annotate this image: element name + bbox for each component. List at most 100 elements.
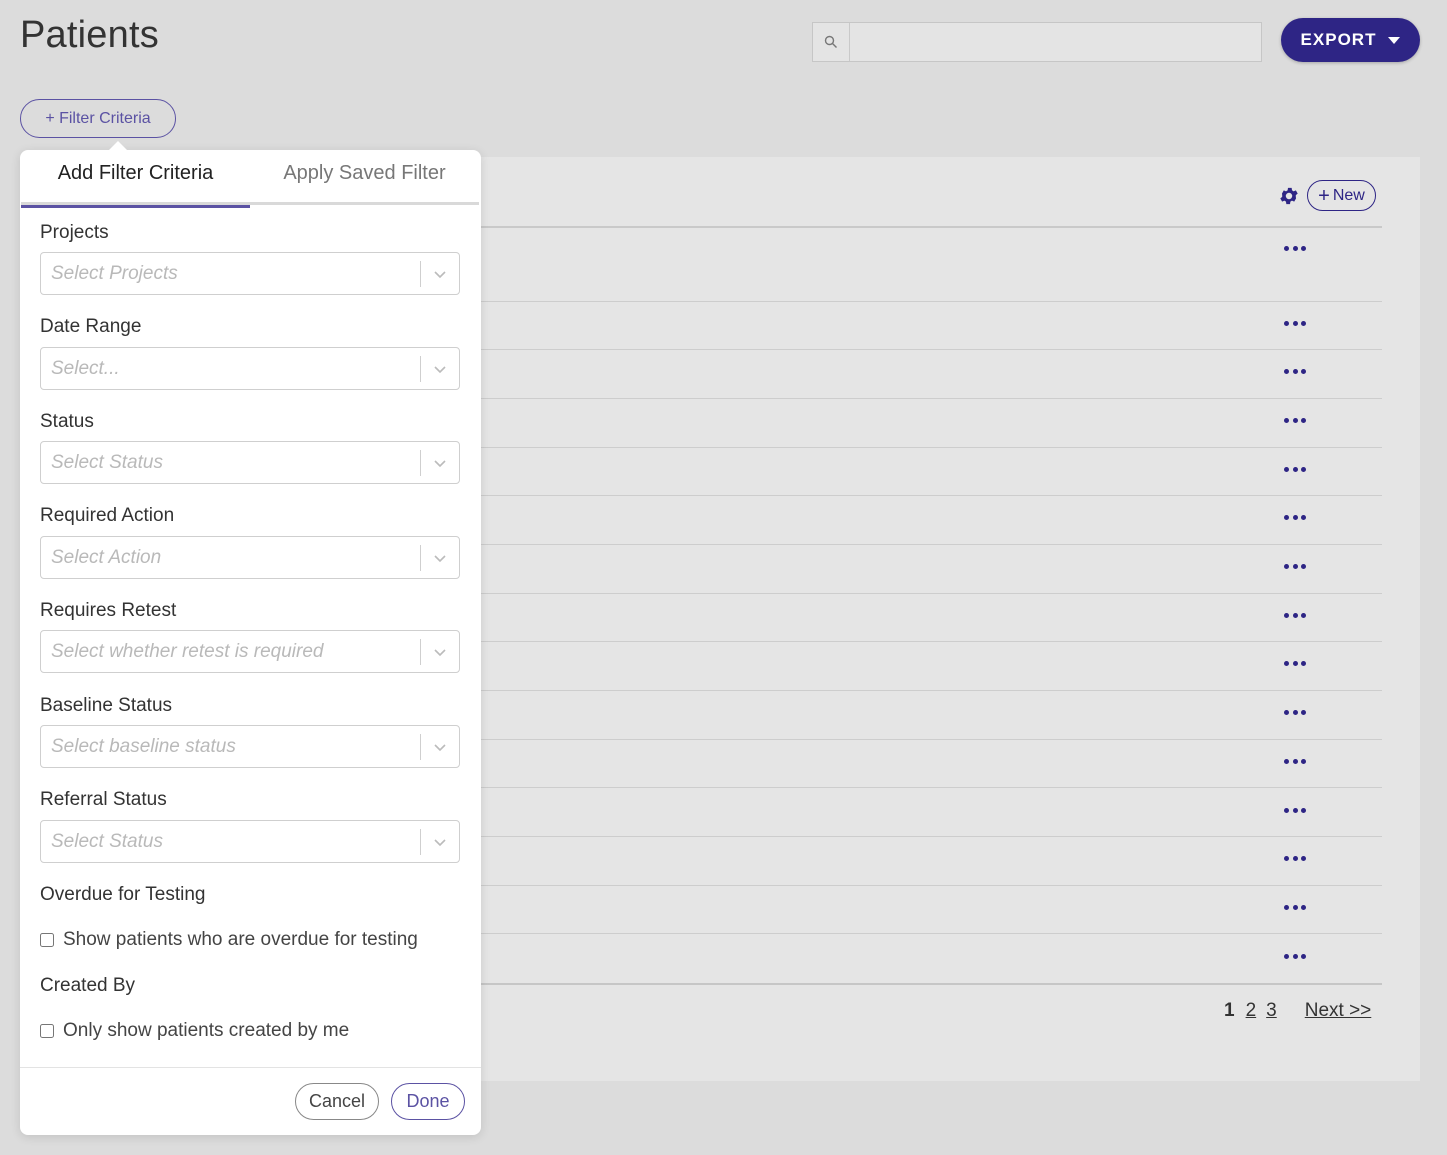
chevron-down-icon[interactable] <box>433 740 447 754</box>
row-actions-menu-icon[interactable] <box>1284 951 1306 961</box>
dot <box>1284 660 1289 666</box>
dot <box>1292 953 1298 959</box>
date-range-select[interactable]: Select... <box>40 347 460 390</box>
dot <box>1301 660 1306 666</box>
search-input[interactable] <box>850 23 1261 61</box>
dot <box>1292 245 1298 251</box>
dot <box>1301 563 1306 569</box>
chevron-down-icon[interactable] <box>433 456 447 470</box>
row-actions-menu-icon[interactable] <box>1284 805 1306 815</box>
referral-status-select[interactable]: Select Status <box>40 820 460 863</box>
dot <box>1292 417 1298 423</box>
overdue-checkbox-row[interactable]: Show patients who are overdue for testin… <box>40 929 418 951</box>
dot <box>1284 417 1289 423</box>
dot <box>1284 807 1289 813</box>
dot <box>1292 904 1298 910</box>
plus-icon: + <box>1318 184 1330 207</box>
search-box[interactable] <box>812 22 1262 62</box>
row-actions-menu-icon[interactable] <box>1284 561 1306 571</box>
created-by-checkbox-label: Only show patients created by me <box>63 1020 350 1041</box>
row-actions-menu-icon[interactable] <box>1284 902 1306 912</box>
dot <box>1284 563 1289 569</box>
dot <box>1284 904 1289 910</box>
row-actions-menu-icon[interactable] <box>1284 756 1306 766</box>
dot <box>1301 758 1306 764</box>
dot <box>1301 807 1306 813</box>
dot <box>1301 709 1306 715</box>
baseline-status-label: Baseline Status <box>40 695 173 716</box>
next-page-link[interactable]: Next >> <box>1305 1000 1372 1022</box>
dot <box>1284 612 1289 618</box>
baseline-status-placeholder: Select baseline status <box>51 736 236 757</box>
referral-status-label: Referral Status <box>40 789 167 810</box>
overdue-checkbox-label: Show patients who are overdue for testin… <box>63 929 418 950</box>
dot <box>1284 709 1289 715</box>
export-label: EXPORT <box>1300 30 1377 49</box>
row-actions-menu-icon[interactable] <box>1284 318 1306 328</box>
new-label: New <box>1332 186 1365 204</box>
dot <box>1292 807 1298 813</box>
requires-retest-label: Requires Retest <box>40 600 177 621</box>
projects-label: Projects <box>40 222 109 243</box>
page-link-3[interactable]: 3 <box>1266 1000 1277 1022</box>
select-separator <box>420 545 421 571</box>
select-separator <box>420 356 421 382</box>
gear-icon[interactable] <box>1278 185 1300 207</box>
dot <box>1301 466 1306 472</box>
row-actions-menu-icon[interactable] <box>1284 853 1306 863</box>
chevron-down-icon[interactable] <box>433 362 447 376</box>
filter-criteria-button[interactable]: + Filter Criteria <box>20 99 176 138</box>
tab-apply-saved-filter[interactable]: Apply Saved Filter <box>250 162 479 185</box>
required-action-label: Required Action <box>40 505 175 526</box>
row-actions-menu-icon[interactable] <box>1284 707 1306 717</box>
chevron-down-icon[interactable] <box>433 267 447 281</box>
row-actions-menu-icon[interactable] <box>1284 464 1306 474</box>
export-button[interactable]: EXPORT <box>1281 18 1420 62</box>
date-range-label: Date Range <box>40 316 142 337</box>
dot <box>1301 855 1306 861</box>
row-actions-menu-icon[interactable] <box>1284 512 1306 522</box>
projects-placeholder: Select Projects <box>51 263 178 284</box>
dot <box>1292 758 1298 764</box>
new-button[interactable]: + New <box>1307 180 1376 211</box>
overdue-checkbox[interactable] <box>40 933 54 947</box>
dot <box>1284 855 1289 861</box>
dot <box>1292 514 1298 520</box>
row-actions-menu-icon[interactable] <box>1284 243 1306 253</box>
requires-retest-select[interactable]: Select whether retest is required <box>40 630 460 673</box>
status-select[interactable]: Select Status <box>40 441 460 484</box>
done-button[interactable]: Done <box>391 1083 465 1120</box>
projects-select[interactable]: Select Projects <box>40 252 460 295</box>
pagination: 1 2 3 Next >> <box>1224 1000 1381 1022</box>
page-link-2[interactable]: 2 <box>1246 1000 1257 1022</box>
filter-tabs: Add Filter Criteria Apply Saved Filter <box>21 150 479 208</box>
dot <box>1292 466 1298 472</box>
created-by-checkbox[interactable] <box>40 1024 54 1038</box>
caret-down-icon <box>1388 36 1401 44</box>
search-icon[interactable] <box>813 23 850 61</box>
status-label: Status <box>40 411 94 432</box>
created-by-checkbox-row[interactable]: Only show patients created by me <box>40 1020 349 1042</box>
dot <box>1301 514 1306 520</box>
cancel-button[interactable]: Cancel <box>295 1083 379 1120</box>
chevron-down-icon[interactable] <box>433 835 447 849</box>
baseline-status-select[interactable]: Select baseline status <box>40 725 460 768</box>
chevron-down-icon[interactable] <box>433 551 447 565</box>
dot <box>1292 660 1298 666</box>
select-separator <box>420 734 421 760</box>
row-actions-menu-icon[interactable] <box>1284 366 1306 376</box>
dot <box>1292 368 1298 374</box>
overdue-label: Overdue for Testing <box>40 884 206 905</box>
required-action-select[interactable]: Select Action <box>40 536 460 579</box>
dot <box>1292 709 1298 715</box>
row-actions-menu-icon[interactable] <box>1284 658 1306 668</box>
row-actions-menu-icon[interactable] <box>1284 610 1306 620</box>
select-separator <box>420 450 421 476</box>
dot <box>1301 417 1306 423</box>
tab-add-filter-criteria[interactable]: Add Filter Criteria <box>21 162 250 208</box>
date-range-placeholder: Select... <box>51 358 120 379</box>
chevron-down-icon[interactable] <box>433 645 447 659</box>
select-separator <box>420 261 421 287</box>
row-actions-menu-icon[interactable] <box>1284 415 1306 425</box>
dot <box>1284 514 1289 520</box>
